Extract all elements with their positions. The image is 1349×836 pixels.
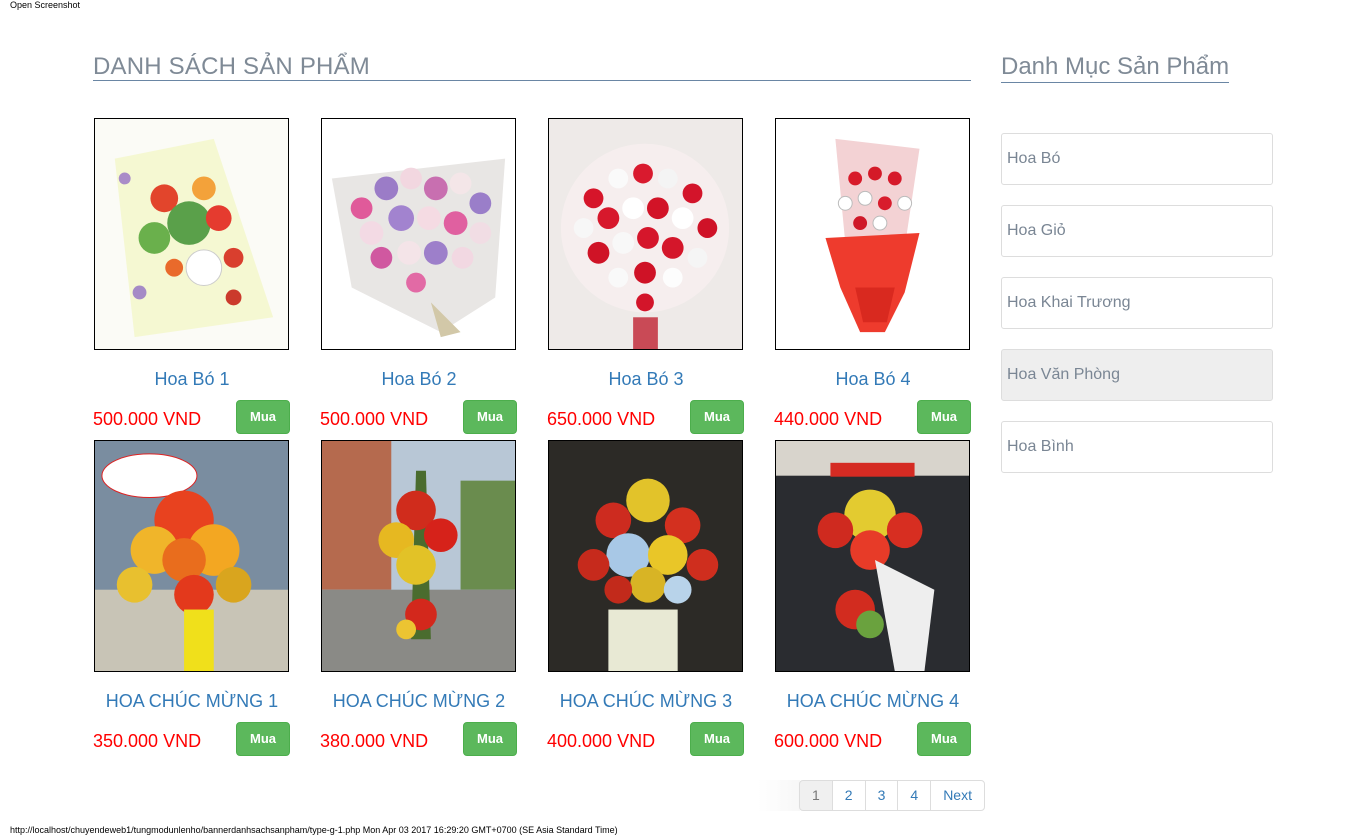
category-item-hoa-gio[interactable]: Hoa Giỏ [1001, 205, 1273, 257]
product-price: 400.000 VND [547, 731, 656, 751]
buy-button[interactable]: Mua [236, 722, 290, 756]
page-4-link[interactable]: 4 [897, 780, 932, 811]
product-image[interactable] [94, 118, 289, 350]
buy-button[interactable]: Mua [690, 722, 744, 756]
status-bar-url: http://localhost/chuyendeweb1/tungmodunl… [10, 825, 618, 835]
product-name-link[interactable]: Hoa Bó 4 [774, 368, 972, 390]
product-name-link[interactable]: Hoa Bó 2 [320, 368, 518, 390]
product-name-link[interactable]: HOA CHÚC MỪNG 2 [320, 690, 518, 712]
product-image[interactable] [321, 118, 516, 350]
product-price: 440.000 VND [774, 409, 883, 429]
product-name-link[interactable]: Hoa Bó 1 [93, 368, 291, 390]
category-sidebar: Danh Mục Sản Phẩm Hoa Bó Hoa Giỏ Hoa Kha… [1001, 52, 1273, 473]
product-row: HOA CHÚC MỪNG 1 350.000 VND Mua HOA CHÚC… [93, 440, 971, 762]
product-price: 650.000 VND [547, 409, 656, 429]
category-item-hoa-van-phong[interactable]: Hoa Văn Phòng [1001, 349, 1273, 401]
buy-button[interactable]: Mua [917, 722, 971, 756]
pagination-divider [758, 780, 800, 811]
buy-button[interactable]: Mua [917, 400, 971, 434]
product-image[interactable] [775, 118, 970, 350]
product-image[interactable] [775, 440, 970, 672]
product-price: 500.000 VND [93, 409, 202, 429]
category-list: Hoa Bó Hoa Giỏ Hoa Khai Trương Hoa Văn P… [1001, 133, 1273, 493]
product-list-section: DANH SÁCH SẢN PHẨM Hoa Bó 1 500.000 VND … [93, 52, 971, 756]
product-name-link[interactable]: HOA CHÚC MỪNG 4 [774, 690, 972, 712]
product-price: 350.000 VND [93, 731, 202, 751]
product-name-link[interactable]: Hoa Bó 3 [547, 368, 745, 390]
product-price: 500.000 VND [320, 409, 429, 429]
buy-button[interactable]: Mua [463, 722, 517, 756]
open-screenshot-label[interactable]: Open Screenshot [10, 0, 80, 10]
category-item-hoa-khai-truong[interactable]: Hoa Khai Trương [1001, 277, 1273, 329]
category-item-hoa-bo[interactable]: Hoa Bó [1001, 133, 1273, 185]
product-name-link[interactable]: HOA CHÚC MỪNG 3 [547, 690, 745, 712]
page-title: DANH SÁCH SẢN PHẨM [93, 52, 971, 81]
buy-button[interactable]: Mua [463, 400, 517, 434]
page-2-link[interactable]: 2 [831, 780, 866, 811]
next-page-link[interactable]: Next [930, 780, 985, 811]
product-price: 380.000 VND [320, 731, 429, 751]
pagination: 1 2 3 4 Next [799, 780, 985, 811]
product-row: Hoa Bó 1 500.000 VND Mua Hoa Bó 2 500.00… [93, 118, 971, 440]
product-name-link[interactable]: HOA CHÚC MỪNG 1 [93, 690, 291, 712]
product-image[interactable] [94, 440, 289, 672]
buy-button[interactable]: Mua [236, 400, 290, 434]
product-image[interactable] [321, 440, 516, 672]
page-1-link[interactable]: 1 [799, 780, 833, 811]
buy-button[interactable]: Mua [690, 400, 744, 434]
product-price: 600.000 VND [774, 731, 883, 751]
product-image[interactable] [548, 440, 743, 672]
product-image[interactable] [548, 118, 743, 350]
sidebar-title: Danh Mục Sản Phẩm [1001, 52, 1230, 83]
product-grid: Hoa Bó 1 500.000 VND Mua Hoa Bó 2 500.00… [93, 118, 971, 762]
page-3-link[interactable]: 3 [864, 780, 899, 811]
category-item-hoa-binh[interactable]: Hoa Bình [1001, 421, 1273, 473]
